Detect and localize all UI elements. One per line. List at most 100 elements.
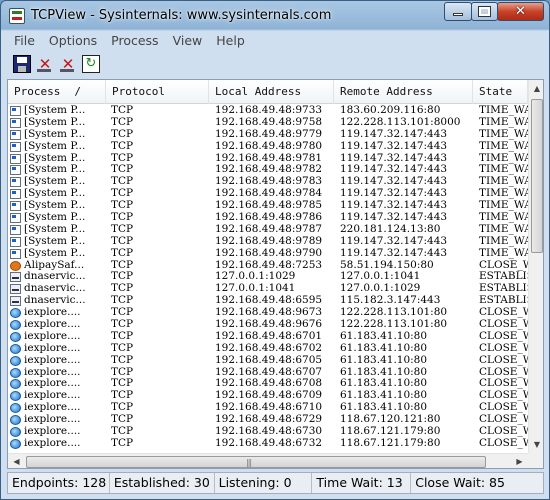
- table-row[interactable]: iexplore.... TCP 192.168.49.48:6705 61.183.…: [8, 355, 528, 367]
- close-connection-icon[interactable]: ✕: [36, 55, 54, 73]
- state-cell: TIME_WAIT: [479, 176, 528, 188]
- internet-explorer-icon: [10, 415, 21, 426]
- local-address-cell: 192.168.49.48:6730: [215, 426, 323, 438]
- menu-view[interactable]: View: [166, 33, 210, 48]
- table-row[interactable]: AlipaySaf... TCP 192.168.49.48:7253 58.51.1…: [8, 260, 528, 272]
- scrollbar-corner: [528, 453, 543, 468]
- local-address-cell: 192.168.49.48:9783: [215, 176, 323, 188]
- table-row[interactable]: [System P... TCP 192.168.49.48:9758 122.228…: [8, 117, 528, 129]
- scroll-left-icon[interactable]: ◀: [8, 454, 25, 468]
- table-row[interactable]: [System P... TCP 192.168.49.48:9780 119.147…: [8, 141, 528, 153]
- table-row[interactable]: [System P... TCP 192.168.49.48:9779 119.147…: [8, 129, 528, 141]
- table-row[interactable]: dnaservic... TCP 127.0.0.1:1029 127.0.0.1:1…: [8, 271, 528, 283]
- remote-address-cell: 220.181.124.13:80: [340, 223, 441, 235]
- table-row[interactable]: [System P... TCP 192.168.49.48:9790 119.147…: [8, 248, 528, 260]
- table-row[interactable]: [System P... TCP 192.168.49.48:9787 220.181…: [8, 224, 528, 236]
- menu-options[interactable]: Options: [42, 33, 104, 48]
- state-cell: ESTABLISHED: [479, 271, 528, 283]
- process-name: iexplore....: [24, 414, 81, 426]
- internet-explorer-icon: [10, 308, 21, 319]
- service-process-icon: [10, 296, 21, 307]
- system-process-icon: [10, 117, 21, 128]
- local-address-cell: 192.168.49.48:7253: [215, 259, 323, 271]
- table-row[interactable]: iexplore.... TCP 192.168.49.48:9676 122.228…: [8, 319, 528, 331]
- process-cell: [System P...: [8, 176, 106, 188]
- table-row[interactable]: iexplore.... TCP 192.168.49.48:6730 118.67.…: [8, 426, 528, 438]
- column-header-process[interactable]: Process /: [8, 80, 106, 104]
- protocol-cell: TCP: [111, 402, 134, 414]
- process-cell: iexplore....: [8, 438, 106, 450]
- internet-explorer-icon: [10, 438, 21, 449]
- process-cell: iexplore....: [8, 390, 106, 402]
- table-row[interactable]: [System P... TCP 192.168.49.48:9733 183.60.…: [8, 105, 528, 117]
- table-row[interactable]: iexplore.... TCP 192.168.49.48:6702 61.183.…: [8, 343, 528, 355]
- menu-help[interactable]: Help: [209, 33, 252, 48]
- close-connection-alt-icon[interactable]: ✕: [59, 55, 77, 73]
- table-row[interactable]: [System P... TCP 192.168.49.48:9789 119.147…: [8, 236, 528, 248]
- minimize-icon: [453, 13, 463, 16]
- column-header-protocol[interactable]: Protocol: [106, 80, 209, 104]
- app-window: TCPView - Sysinternals: www.sysinternals…: [0, 0, 550, 500]
- menu-process[interactable]: Process: [104, 33, 165, 48]
- state-cell: ESTABLISHED: [479, 283, 528, 295]
- local-address-cell: 192.168.49.48:6705: [215, 354, 323, 366]
- scroll-right-icon[interactable]: ▶: [511, 454, 528, 468]
- horizontal-scroll-thumb[interactable]: [26, 456, 486, 468]
- table-row[interactable]: [System P... TCP 192.168.49.48:9784 119.147…: [8, 188, 528, 200]
- horizontal-scrollbar[interactable]: ◀ ||| ▶: [8, 453, 528, 468]
- table-row[interactable]: iexplore.... TCP 192.168.49.48:6729 118.67.…: [8, 414, 528, 426]
- table-row[interactable]: iexplore.... TCP 192.168.49.48:6707 61.183.…: [8, 367, 528, 379]
- minimize-button[interactable]: [444, 2, 472, 21]
- table-row[interactable]: iexplore.... TCP 192.168.49.48:6710 61.183.…: [8, 402, 528, 414]
- protocol-cell: TCP: [111, 283, 134, 295]
- local-address-cell: 192.168.49.48:9789: [215, 235, 323, 247]
- scroll-up-icon[interactable]: ▲: [529, 80, 543, 97]
- table-row[interactable]: dnaservic... TCP 127.0.0.1:1041 127.0.0.1:1…: [8, 283, 528, 295]
- local-address-cell: 192.168.49.48:9758: [215, 116, 323, 128]
- table-row[interactable]: dnaservic... TCP 192.168.49.48:6595 115.182…: [8, 295, 528, 307]
- remote-address-cell: 119.147.32.147:443: [340, 247, 448, 259]
- refresh-icon[interactable]: ↻: [82, 55, 100, 73]
- app-icon[interactable]: [9, 8, 25, 24]
- connections-list[interactable]: Process / Protocol Local Address Remote A…: [7, 79, 544, 469]
- vertical-scroll-thumb[interactable]: [531, 99, 543, 253]
- scroll-down-icon[interactable]: ▼: [529, 436, 543, 453]
- column-header-local-address[interactable]: Local Address: [209, 80, 334, 104]
- column-header-state[interactable]: State: [473, 80, 528, 104]
- table-row[interactable]: [System P... TCP 192.168.49.48:9783 119.147…: [8, 176, 528, 188]
- process-cell: iexplore....: [8, 378, 106, 390]
- vertical-scrollbar[interactable]: ▲ ▼: [528, 80, 543, 453]
- table-row[interactable]: iexplore.... TCP 192.168.49.48:6709 61.183.…: [8, 390, 528, 402]
- local-address-cell: 192.168.49.48:9782: [215, 164, 323, 176]
- table-row[interactable]: [System P... TCP 192.168.49.48:9782 119.147…: [8, 164, 528, 176]
- system-process-icon: [10, 177, 21, 188]
- menu-file[interactable]: File: [7, 33, 42, 48]
- protocol-cell: TCP: [111, 271, 134, 283]
- menu-bar: File Options Process View Help: [7, 31, 544, 50]
- process-name: [System P...: [24, 116, 86, 128]
- process-name: [System P...: [24, 223, 86, 235]
- maximize-button[interactable]: [471, 2, 498, 21]
- table-row[interactable]: iexplore.... TCP 192.168.49.48:6732 118.67.…: [8, 438, 528, 450]
- process-name: [System P...: [24, 140, 86, 152]
- title-bar[interactable]: TCPView - Sysinternals: www.sysinternals…: [1, 1, 549, 31]
- table-row[interactable]: iexplore.... TCP 192.168.49.48:6701 61.183.…: [8, 331, 528, 343]
- table-row[interactable]: [System P... TCP 192.168.49.48:9781 119.147…: [8, 153, 528, 165]
- process-cell: [System P...: [8, 153, 106, 165]
- remote-address-cell: 61.183.41.10:80: [340, 378, 428, 390]
- process-cell: [System P...: [8, 212, 106, 224]
- state-cell: TIME_WAIT: [479, 247, 528, 259]
- sort-indicator: /: [74, 85, 81, 98]
- table-row[interactable]: [System P... TCP 192.168.49.48:9785 119.147…: [8, 200, 528, 212]
- process-name: dnaservic...: [24, 283, 86, 295]
- close-button[interactable]: ✕: [497, 2, 544, 21]
- local-address-cell: 192.168.49.48:9673: [215, 307, 323, 319]
- table-row[interactable]: iexplore.... TCP 192.168.49.48:6708 61.183.…: [8, 378, 528, 390]
- column-header-remote-address[interactable]: Remote Address: [334, 80, 473, 104]
- system-process-icon: [10, 201, 21, 212]
- process-name: [System P...: [24, 128, 86, 140]
- table-row[interactable]: iexplore.... TCP 192.168.49.48:9673 122.228…: [8, 307, 528, 319]
- table-body: [System P... TCP 192.168.49.48:9733 183.60.…: [8, 105, 528, 453]
- table-row[interactable]: [System P... TCP 192.168.49.48:9786 119.147…: [8, 212, 528, 224]
- save-icon[interactable]: [13, 55, 31, 73]
